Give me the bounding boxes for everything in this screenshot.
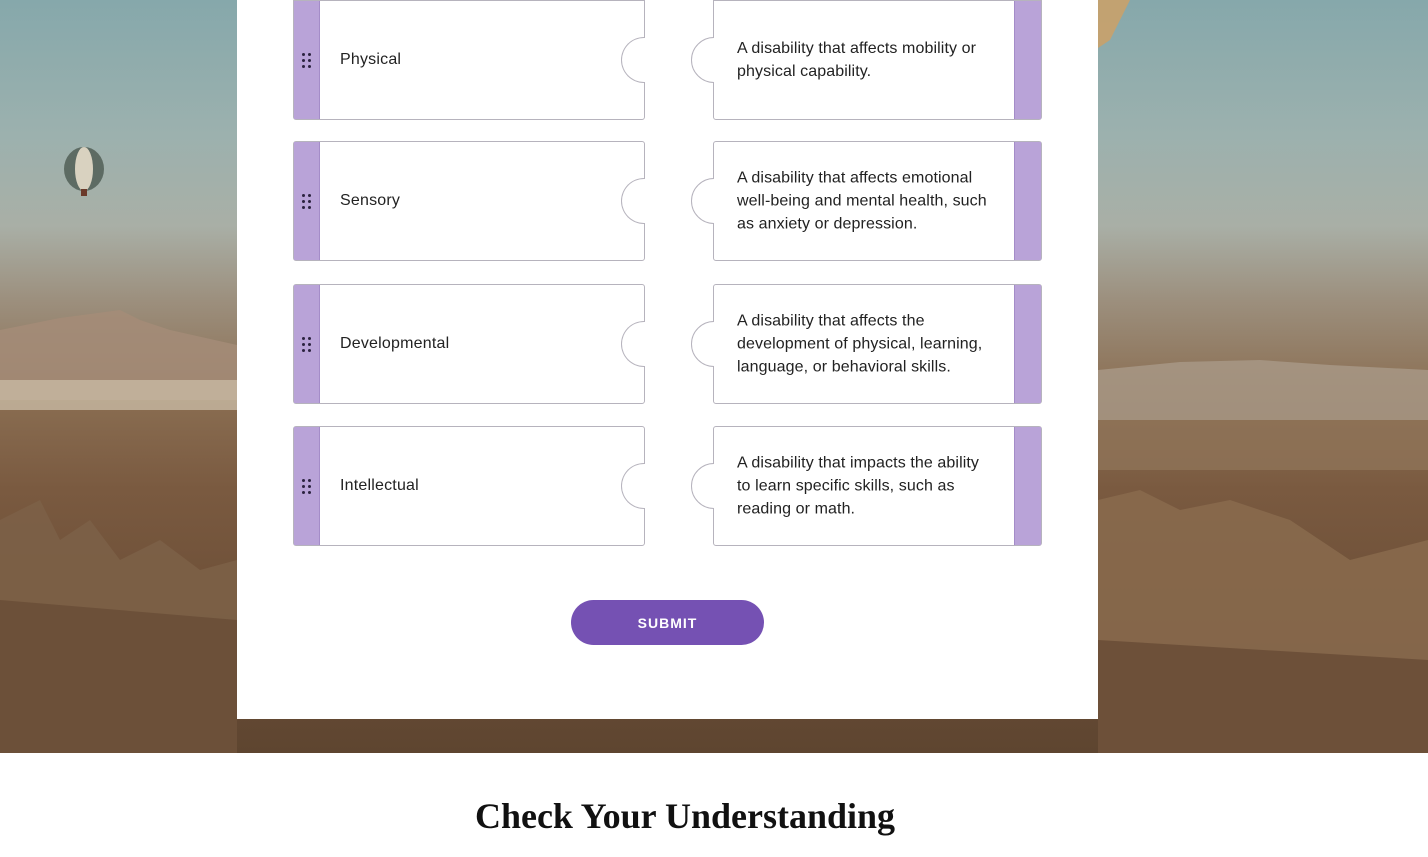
hot-air-balloon-icon xyxy=(64,147,104,196)
section-heading: Check Your Understanding xyxy=(474,796,896,836)
connector-notch xyxy=(621,178,645,224)
definition-text: A disability that affects mobility or ph… xyxy=(737,40,977,80)
term-card[interactable]: Sensory xyxy=(293,141,645,261)
definition-accent-bar xyxy=(1014,285,1041,403)
connector-knob xyxy=(691,463,714,509)
matching-activity-card: Physical A disability that affects mobil… xyxy=(237,0,1098,719)
drag-handle[interactable] xyxy=(294,142,320,260)
drag-handle[interactable] xyxy=(294,427,320,545)
drag-handle[interactable] xyxy=(294,1,320,119)
connector-notch xyxy=(621,321,645,367)
submit-button[interactable]: SUBMIT xyxy=(571,600,764,645)
drag-handle-icon xyxy=(302,478,311,494)
definition-text: A disability that affects the developmen… xyxy=(737,312,983,376)
drag-handle[interactable] xyxy=(294,285,320,403)
definition-accent-bar xyxy=(1014,142,1041,260)
definition-text: A disability that affects emotional well… xyxy=(737,169,987,233)
term-card[interactable]: Developmental xyxy=(293,284,645,404)
pair-row: Physical A disability that affects mobil… xyxy=(293,0,1042,120)
pair-row: Developmental A disability that affects … xyxy=(293,284,1042,404)
term-label: Developmental xyxy=(340,335,450,352)
connector-knob xyxy=(691,178,714,224)
term-card[interactable]: Intellectual xyxy=(293,426,645,546)
connector-knob xyxy=(691,321,714,367)
drag-handle-icon xyxy=(302,336,311,352)
definition-card: A disability that affects the developmen… xyxy=(691,284,1042,404)
term-card[interactable]: Physical xyxy=(293,0,645,120)
term-label: Sensory xyxy=(340,192,401,209)
term-label: Intellectual xyxy=(340,477,419,494)
connector-notch xyxy=(621,37,645,83)
term-label: Physical xyxy=(340,51,402,68)
drag-handle-icon xyxy=(302,52,311,68)
definition-text: A disability that impacts the ability to… xyxy=(737,454,980,518)
definition-card: A disability that affects emotional well… xyxy=(691,141,1042,261)
definition-accent-bar xyxy=(1014,427,1041,545)
pair-row: Sensory A disability that affects emotio… xyxy=(293,141,1042,261)
definition-accent-bar xyxy=(1014,1,1041,119)
pair-row: Intellectual A disability that impacts t… xyxy=(293,426,1042,546)
drag-handle-icon xyxy=(302,193,311,209)
connector-notch xyxy=(621,463,645,509)
definition-card: A disability that affects mobility or ph… xyxy=(691,0,1042,120)
connector-knob xyxy=(691,37,714,83)
definition-card: A disability that impacts the ability to… xyxy=(691,426,1042,546)
